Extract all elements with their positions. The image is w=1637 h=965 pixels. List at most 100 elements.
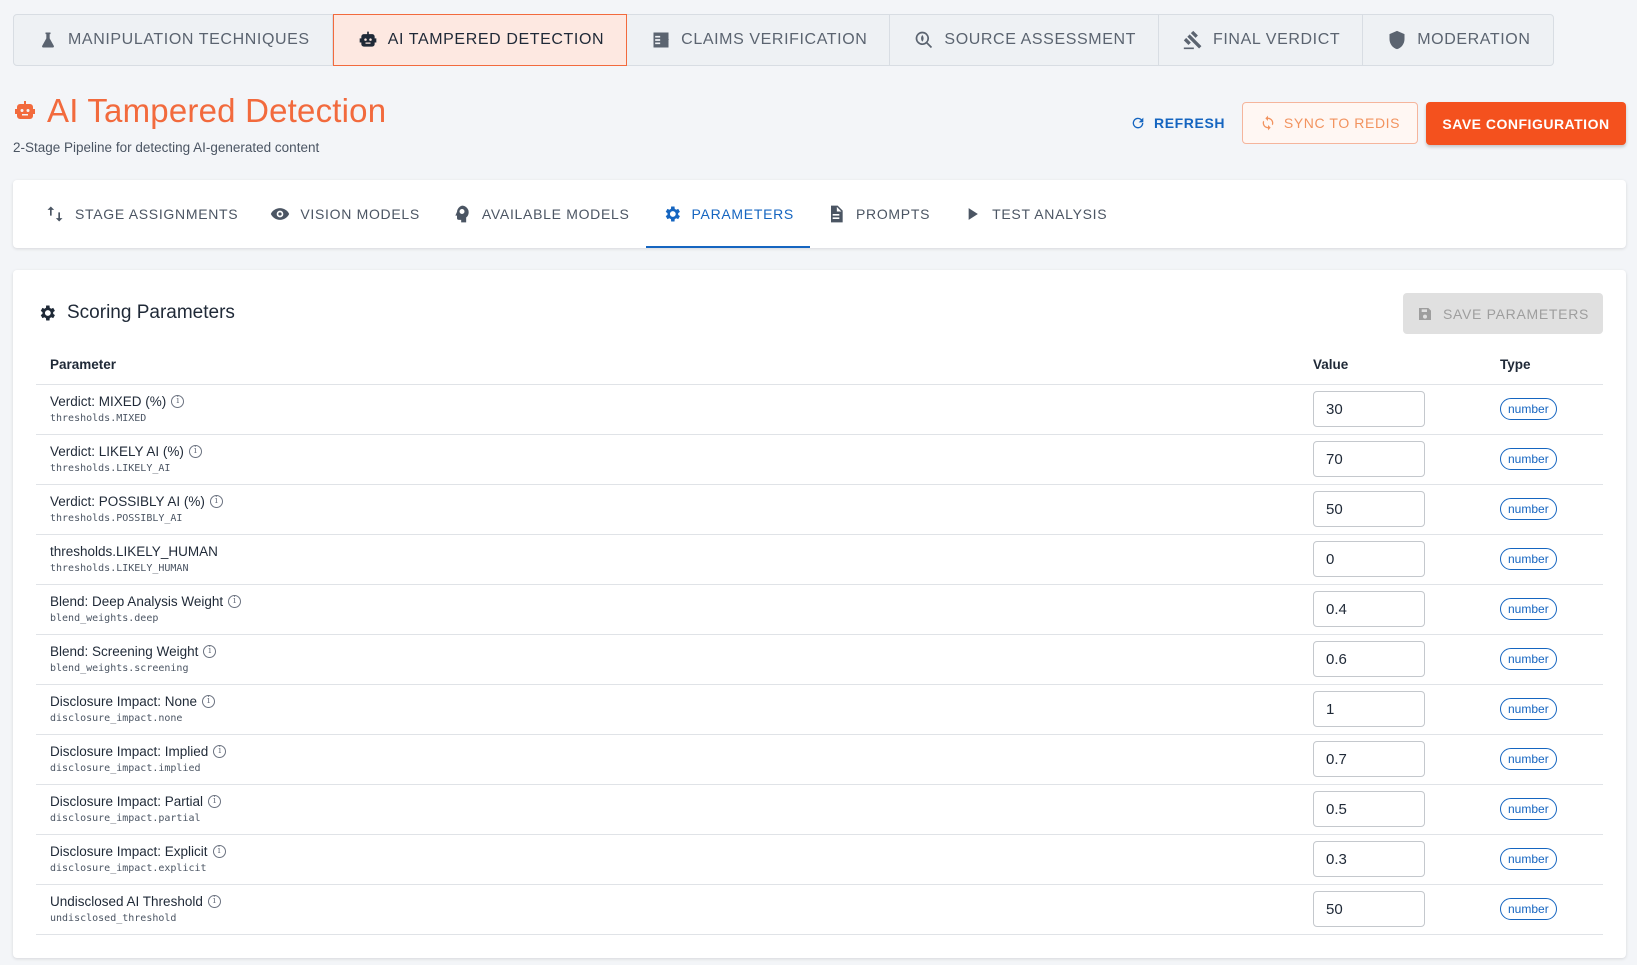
type-badge: number	[1500, 748, 1557, 770]
subtab-label: STAGE ASSIGNMENTS	[75, 206, 239, 222]
parameter-cell: Blend: Deep Analysis Weight i blend_weight…	[36, 584, 1299, 635]
parameter-cell: Disclosure Impact: Implied i disclosure_im…	[36, 734, 1299, 785]
gear-icon	[40, 305, 55, 321]
tab-source-assessment[interactable]: SOURCE ASSESSMENT	[890, 15, 1159, 65]
info-icon[interactable]: i	[202, 695, 216, 708]
parameter-label-wrap: Disclosure Impact: None i	[50, 694, 1285, 709]
info-icon[interactable]: i	[209, 495, 223, 508]
subtab-parameters[interactable]: PARAMETERS	[645, 180, 811, 248]
save-configuration-button[interactable]: SAVE CONFIGURATION	[1426, 102, 1626, 145]
parameter-label-wrap: thresholds.LIKELY_HUMAN	[50, 544, 1285, 559]
type-badge: number	[1500, 598, 1557, 620]
save-parameters-label: SAVE PARAMETERS	[1442, 305, 1590, 322]
subtab-prompts[interactable]: PROMPTS	[810, 180, 946, 248]
sync-label: SYNC TO REDIS	[1283, 115, 1401, 131]
info-icon[interactable]: i	[207, 895, 221, 908]
parameter-value-input[interactable]	[1313, 491, 1425, 527]
table-header-row: Parameter Value Type	[36, 346, 1603, 385]
parameter-cell: Disclosure Impact: Explicit i disclosure_i…	[36, 834, 1299, 885]
parameter-key: disclosure_impact.implied	[50, 763, 201, 774]
refresh-label: REFRESH	[1154, 115, 1226, 131]
parameter-label: Disclosure Impact: Partial	[50, 794, 204, 809]
table-row: Disclosure Impact: None i disclosure_impac…	[36, 684, 1603, 735]
refresh-icon	[1132, 117, 1144, 129]
type-badge: number	[1500, 548, 1557, 570]
type-cell: number	[1486, 384, 1603, 435]
parameter-key: thresholds.MIXED	[50, 413, 147, 424]
column-header-parameter: Parameter	[36, 346, 1299, 385]
info-icon[interactable]: i	[188, 445, 202, 458]
parameter-value-input[interactable]	[1313, 641, 1425, 677]
parameter-cell: Disclosure Impact: None i disclosure_impac…	[36, 684, 1299, 735]
table-row: Blend: Deep Analysis Weight i blend_weight…	[36, 584, 1603, 635]
search-globe-icon	[916, 31, 933, 49]
parameter-value-input[interactable]	[1313, 591, 1425, 627]
parameter-label: Disclosure Impact: None	[50, 694, 198, 709]
subtab-label: PARAMETERS	[691, 206, 794, 222]
parameter-key: blend_weights.deep	[50, 613, 159, 624]
eye-icon	[271, 208, 290, 220]
info-icon[interactable]: i	[228, 595, 242, 608]
subtab-available-models[interactable]: AVAILABLE MODELS	[436, 180, 646, 248]
card-title: Scoring Parameters	[37, 302, 235, 324]
table-row: Disclosure Impact: Partial i disclosure_im…	[36, 784, 1603, 835]
parameter-value-input[interactable]	[1313, 441, 1425, 477]
save-parameters-button[interactable]: SAVE PARAMETERS	[1403, 293, 1603, 334]
value-cell	[1299, 534, 1486, 585]
parameter-value-input[interactable]	[1313, 891, 1425, 927]
parameter-cell: Blend: Screening Weight i blend_weights.sc…	[36, 634, 1299, 685]
info-icon[interactable]: i	[208, 795, 222, 808]
top-tabs: MANIPULATION TECHNIQUES AI TAMPERED DETE…	[13, 14, 1554, 66]
tab-final-verdict[interactable]: FINAL VERDICT	[1159, 15, 1364, 65]
info-icon[interactable]: i	[212, 845, 226, 858]
parameter-key: undisclosed_threshold	[50, 913, 177, 924]
subtab-test-analysis[interactable]: TEST ANALYSIS	[946, 180, 1123, 248]
type-cell: number	[1486, 634, 1603, 685]
value-cell	[1299, 684, 1486, 735]
tab-claims-verification[interactable]: CLAIMS VERIFICATION	[627, 15, 891, 65]
parameter-cell: Verdict: MIXED (%) i thresholds.MIXED	[36, 384, 1299, 435]
parameter-value-input[interactable]	[1313, 391, 1425, 427]
parameter-key: blend_weights.screening	[50, 663, 189, 674]
type-cell: number	[1486, 534, 1603, 585]
type-cell: number	[1486, 434, 1603, 485]
parameter-label-wrap: Undisclosed AI Threshold i	[50, 894, 1285, 909]
refresh-button[interactable]: REFRESH	[1120, 104, 1235, 142]
parameter-label: Blend: Deep Analysis Weight	[50, 594, 224, 609]
parameter-value-input[interactable]	[1313, 791, 1425, 827]
scoring-parameters-card: Scoring Parameters SAVE PARAMETERS Param…	[13, 270, 1626, 958]
parameter-cell: Verdict: LIKELY AI (%) i thresholds.LIKELY…	[36, 434, 1299, 485]
sync-to-redis-button[interactable]: SYNC TO REDIS	[1242, 102, 1418, 144]
parameter-key: thresholds.LIKELY_AI	[50, 463, 171, 474]
type-badge: number	[1500, 798, 1557, 820]
type-cell: number	[1486, 784, 1603, 835]
column-header-value: Value	[1299, 346, 1486, 385]
tab-label: SOURCE ASSESSMENT	[944, 31, 1136, 48]
subtab-vision-models[interactable]: VISION MODELS	[254, 180, 436, 248]
tab-ai-tampered-detection[interactable]: AI TAMPERED DETECTION	[332, 14, 628, 66]
type-badge: number	[1500, 898, 1557, 920]
tab-label: CLAIMS VERIFICATION	[681, 31, 868, 48]
subtab-stage-assignments[interactable]: STAGE ASSIGNMENTS	[29, 180, 254, 248]
parameter-label-wrap: Blend: Deep Analysis Weight i	[50, 594, 1285, 609]
parameter-value-input[interactable]	[1313, 841, 1425, 877]
value-cell	[1299, 734, 1486, 785]
parameter-label: Disclosure Impact: Implied	[50, 744, 209, 759]
info-icon[interactable]: i	[171, 395, 185, 408]
tab-manipulation-techniques[interactable]: MANIPULATION TECHNIQUES	[14, 15, 333, 65]
parameter-value-input[interactable]	[1313, 741, 1425, 777]
parameter-label-wrap: Verdict: POSSIBLY AI (%) i	[50, 494, 1285, 509]
info-icon[interactable]: i	[203, 645, 217, 658]
page-title-text: AI Tampered Detection	[47, 92, 387, 129]
parameter-value-input[interactable]	[1313, 541, 1425, 577]
parameter-label-wrap: Disclosure Impact: Implied i	[50, 744, 1285, 759]
parameter-label: Disclosure Impact: Explicit	[50, 844, 208, 859]
parameter-label-wrap: Disclosure Impact: Partial i	[50, 794, 1285, 809]
tab-label: MODERATION	[1417, 31, 1531, 48]
info-icon[interactable]: i	[213, 745, 227, 758]
parameter-value-input[interactable]	[1313, 691, 1425, 727]
type-cell: number	[1486, 684, 1603, 735]
sync-icon	[1262, 115, 1274, 131]
type-badge: number	[1500, 698, 1557, 720]
tab-moderation[interactable]: MODERATION	[1363, 15, 1552, 65]
